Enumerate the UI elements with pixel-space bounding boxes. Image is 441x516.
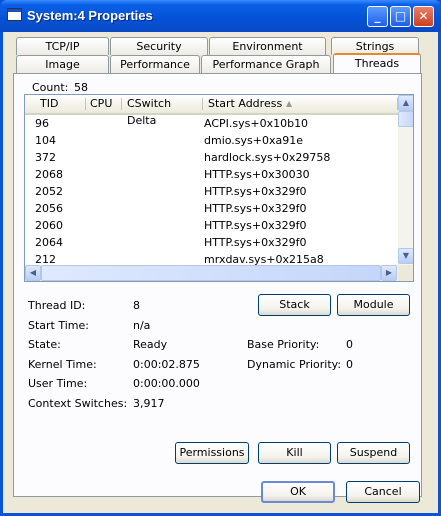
horizontal-scroll-thumb[interactable]: [41, 265, 381, 281]
tab-performance[interactable]: Performance: [110, 55, 200, 73]
start-address-cell: dmio.sys+0xa91e: [204, 134, 303, 147]
title-bar[interactable]: System:4 Properties _ □ ✕: [0, 0, 441, 32]
start-time-label: Start Time:: [28, 319, 89, 332]
column-header-cpu[interactable]: CPU: [85, 95, 121, 113]
count-value: 58: [74, 81, 88, 94]
start-address-cell: HTTP.sys+0x329f0: [204, 185, 307, 198]
kernel-time-label: Kernel Time:: [28, 358, 97, 371]
context-switches-value: 3,917: [133, 397, 165, 410]
start-address-cell: HTTP.sys+0x30030: [204, 168, 310, 181]
tid-cell: 2052: [35, 185, 63, 198]
tid-cell: 2064: [35, 236, 63, 249]
tab-threads[interactable]: Threads: [333, 53, 421, 73]
tab-performance-graph[interactable]: Performance Graph: [201, 55, 331, 73]
sort-ascending-icon: ▲: [286, 99, 293, 108]
scroll-down-button[interactable]: ▼: [398, 248, 413, 264]
user-time-label: User Time:: [28, 377, 88, 390]
start-address-cell: HTTP.sys+0x329f0: [204, 236, 307, 249]
tid-cell: 96: [35, 117, 49, 130]
table-row[interactable]: 2056 HTTP.sys+0x329f0: [25, 200, 398, 217]
maximize-button[interactable]: □: [390, 6, 411, 27]
context-switches-label: Context Switches:: [28, 397, 128, 410]
table-row[interactable]: 96 ACPI.sys+0x10b10: [25, 115, 398, 132]
vertical-scrollbar[interactable]: ▲ ▼: [398, 95, 413, 265]
cancel-button[interactable]: Cancel: [346, 481, 420, 503]
column-header-tid[interactable]: TID: [35, 95, 79, 113]
horizontal-scrollbar[interactable]: ◀ ▶: [25, 265, 398, 281]
start-address-cell: HTTP.sys+0x329f0: [204, 219, 307, 232]
dynamic-priority-value: 0: [346, 358, 353, 371]
dialog-client: TCP/IP Security Environment Strings Imag…: [3, 32, 438, 513]
scroll-right-button[interactable]: ▶: [381, 265, 397, 281]
start-address-cell: hardlock.sys+0x29758: [204, 151, 331, 164]
properties-window: System:4 Properties _ □ ✕ TCP/IP Securit…: [0, 0, 441, 516]
table-row[interactable]: 2064 HTTP.sys+0x329f0: [25, 234, 398, 251]
column-header-cswitch-delta[interactable]: CSwitch Delta: [122, 95, 203, 127]
user-time-value: 0:00:00.000: [133, 377, 200, 390]
close-button[interactable]: ✕: [413, 6, 434, 27]
tab-environment[interactable]: Environment: [209, 37, 326, 55]
window-icon: [7, 8, 22, 21]
table-row[interactable]: 2052 HTTP.sys+0x329f0: [25, 183, 398, 200]
start-address-cell: HTTP.sys+0x329f0: [204, 202, 307, 215]
state-value: Ready: [133, 338, 168, 351]
start-address-cell: ACPI.sys+0x10b10: [204, 117, 309, 130]
thread-id-value: 8: [133, 299, 140, 312]
table-row[interactable]: 104 dmio.sys+0xa91e: [25, 132, 398, 149]
tid-cell: 2056: [35, 202, 63, 215]
base-priority-label: Base Priority:: [247, 338, 320, 351]
module-button[interactable]: Module: [337, 294, 410, 316]
tab-security[interactable]: Security: [110, 37, 208, 55]
tid-cell: 2068: [35, 168, 63, 181]
ok-button[interactable]: OK: [261, 481, 335, 503]
tid-cell: 104: [35, 134, 56, 147]
column-header-start-address[interactable]: Start Address: [203, 95, 289, 113]
kernel-time-value: 0:00:02.875: [133, 358, 200, 371]
scroll-up-button[interactable]: ▲: [398, 95, 413, 111]
minimize-button[interactable]: _: [367, 6, 388, 27]
tid-cell: 372: [35, 151, 56, 164]
suspend-button[interactable]: Suspend: [337, 442, 410, 464]
kill-button[interactable]: Kill: [258, 442, 331, 464]
threads-list[interactable]: TID CPU CSwitch Delta Start Address ▲ 96…: [24, 94, 414, 282]
scrollbar-corner: [398, 265, 413, 281]
dynamic-priority-label: Dynamic Priority:: [247, 358, 342, 371]
scroll-left-button[interactable]: ◀: [25, 265, 41, 281]
base-priority-value: 0: [346, 338, 353, 351]
state-label: State:: [28, 338, 61, 351]
start-time-value: n/a: [133, 319, 151, 332]
stack-button[interactable]: Stack: [258, 294, 331, 316]
permissions-button[interactable]: Permissions: [175, 442, 249, 464]
count-label: Count:: [32, 81, 69, 94]
thread-id-label: Thread ID:: [28, 299, 86, 312]
table-row[interactable]: 372 hardlock.sys+0x29758: [25, 149, 398, 166]
tab-image[interactable]: Image: [16, 55, 109, 73]
tab-tcpip[interactable]: TCP/IP: [16, 37, 109, 55]
list-header: TID CPU CSwitch Delta Start Address ▲: [25, 95, 398, 127]
tid-cell: 2060: [35, 219, 63, 232]
table-row[interactable]: 2060 HTTP.sys+0x329f0: [25, 217, 398, 234]
vertical-scroll-thumb[interactable]: [398, 111, 413, 127]
table-row[interactable]: 2068 HTTP.sys+0x30030: [25, 166, 398, 183]
window-title: System:4 Properties: [27, 8, 153, 23]
